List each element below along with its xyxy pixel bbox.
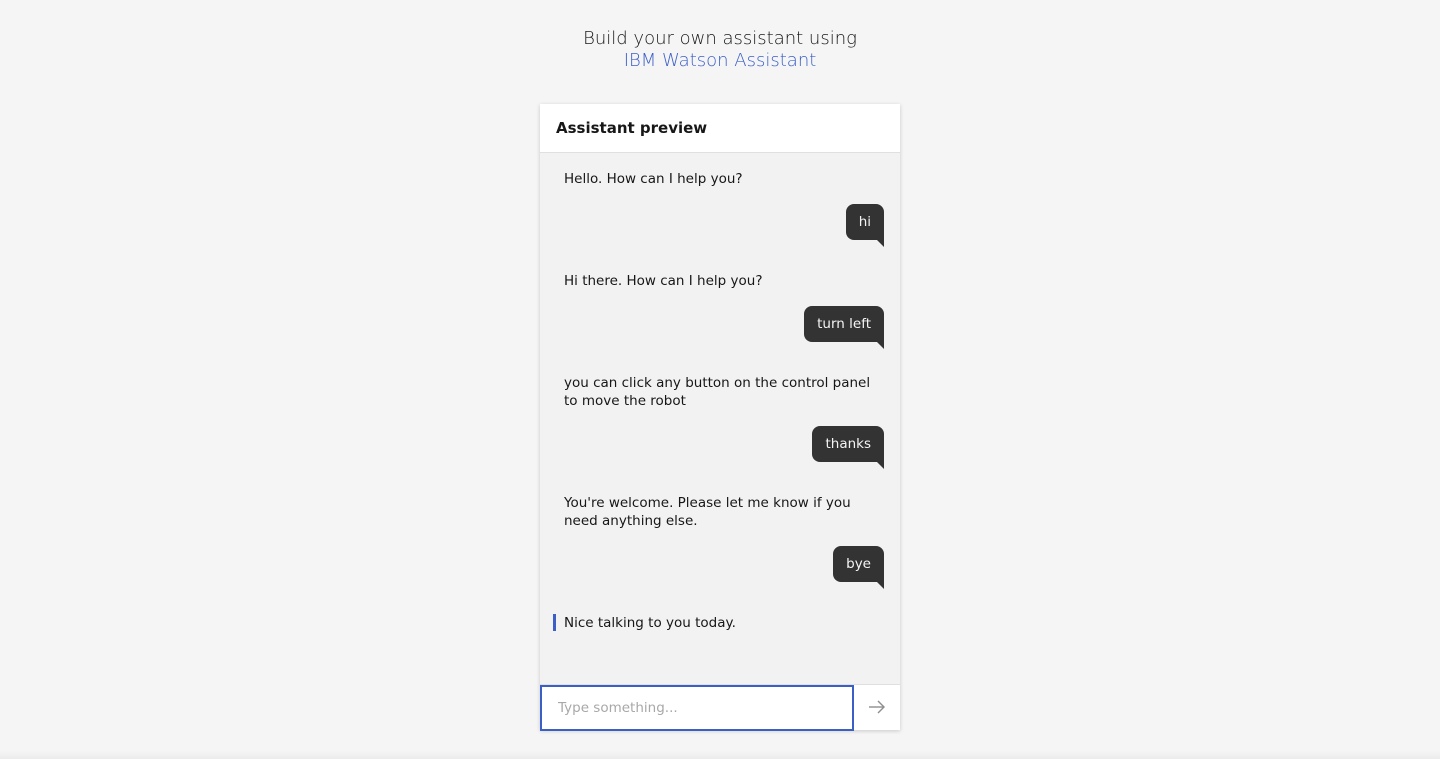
assistant-preview-panel: Assistant preview Hello. How can I help … xyxy=(540,104,900,731)
message-input[interactable] xyxy=(542,687,852,729)
bot-message: Hi there. How can I help you? xyxy=(564,273,763,289)
bottom-edge-shadow xyxy=(0,751,1440,759)
send-button[interactable] xyxy=(854,685,900,731)
panel-title: Assistant preview xyxy=(556,119,708,137)
bot-message: You're welcome. Please let me know if yo… xyxy=(564,495,851,529)
user-message: hi xyxy=(845,204,885,247)
panel-header: Assistant preview xyxy=(540,104,900,153)
user-message: turn left xyxy=(804,306,884,349)
user-message: bye xyxy=(833,546,884,589)
intro-text: Build your own assistant using xyxy=(583,28,857,49)
arrow-right-icon xyxy=(868,699,886,718)
input-bar xyxy=(540,684,900,731)
user-message: thanks xyxy=(812,426,884,469)
bot-message: Hello. How can I help you? xyxy=(564,171,743,187)
message-input-wrapper xyxy=(540,685,854,731)
page: Build your own assistant using IBM Watso… xyxy=(0,0,1440,759)
intro-heading: Build your own assistant using IBM Watso… xyxy=(0,28,1440,72)
bot-message-latest: Nice talking to you today. xyxy=(553,614,874,632)
message-list[interactable]: Hello. How can I help you? hi Hi there. … xyxy=(540,153,900,684)
watson-assistant-link[interactable]: IBM Watson Assistant xyxy=(624,50,817,72)
bot-message: you can click any button on the control … xyxy=(564,375,871,409)
